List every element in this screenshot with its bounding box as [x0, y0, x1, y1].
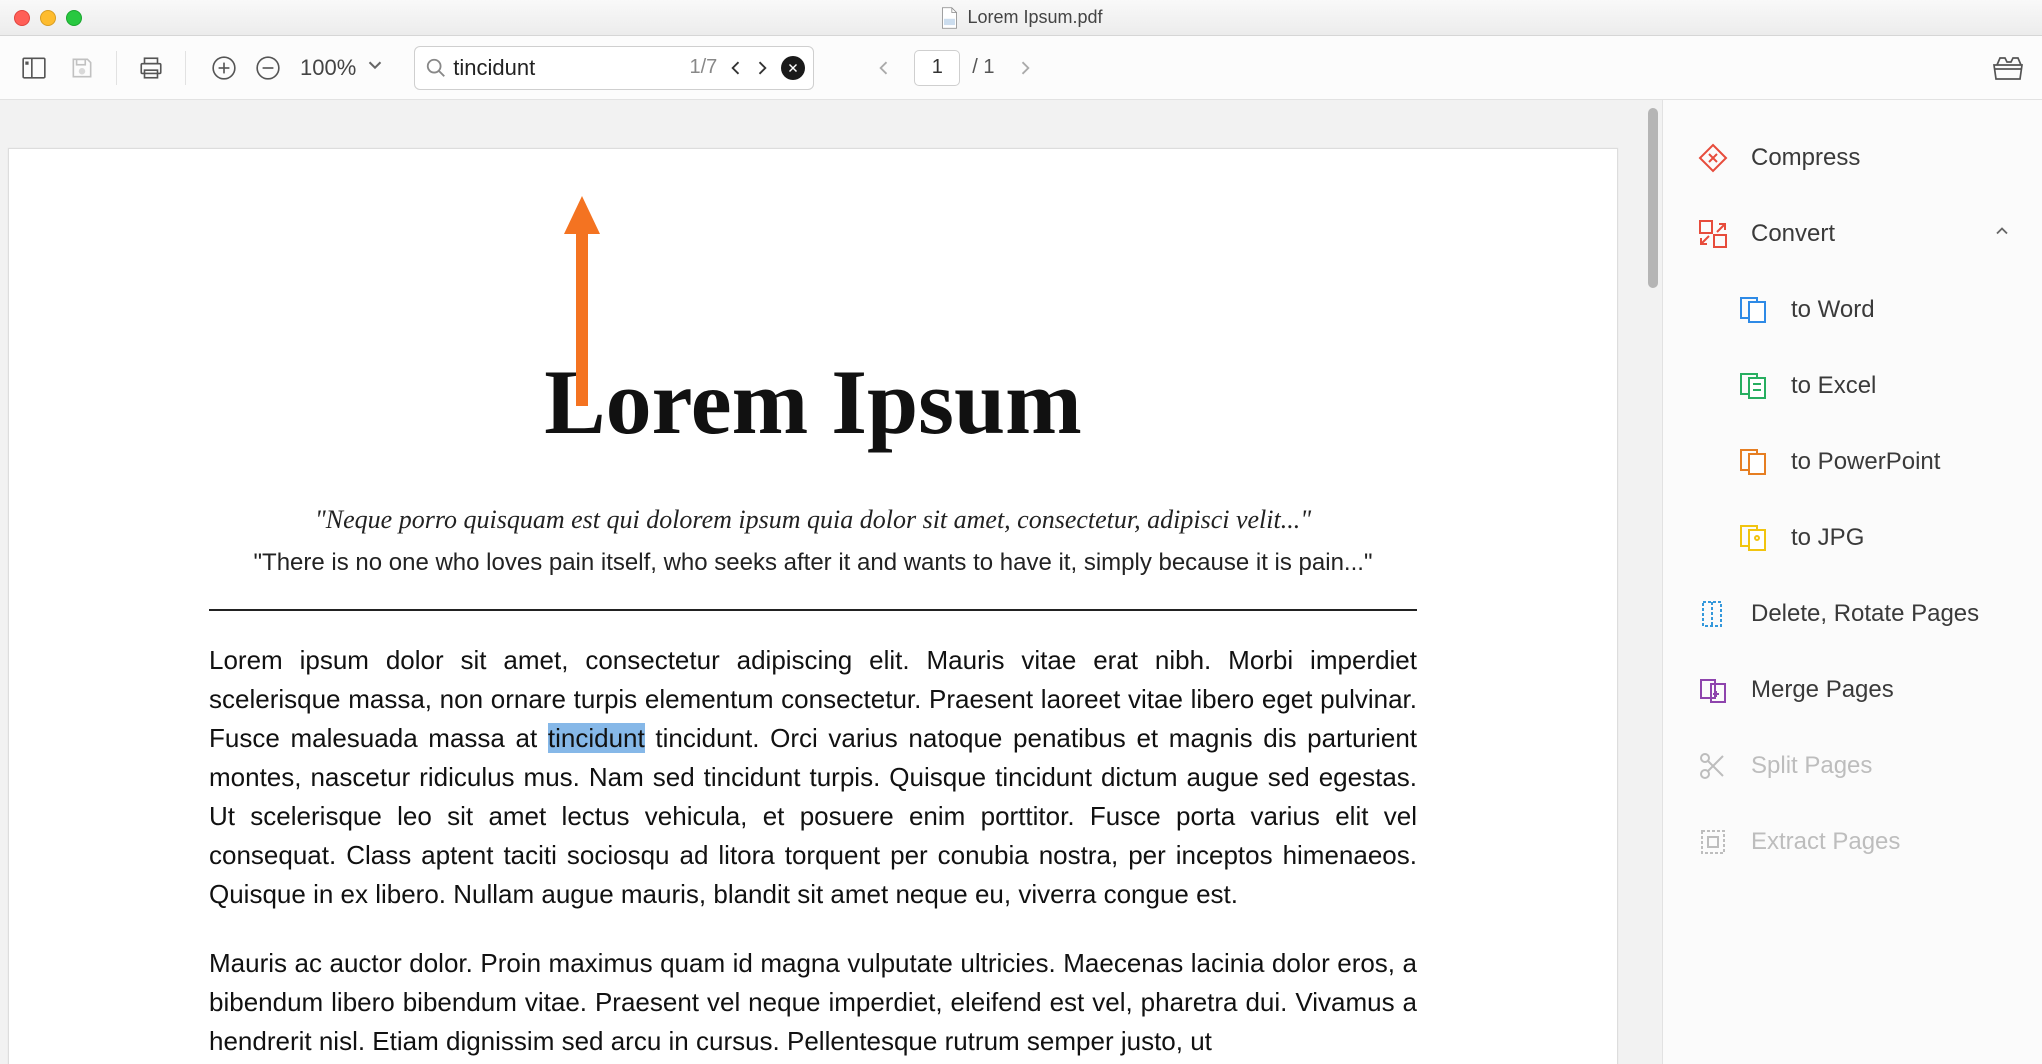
search-highlight: tincidunt	[548, 723, 645, 753]
search-clear-button[interactable]	[781, 56, 805, 80]
zoom-dropdown-icon[interactable]	[364, 54, 386, 81]
close-window-button[interactable]	[14, 10, 30, 26]
sidebar-toggle-button[interactable]	[16, 50, 52, 86]
zoom-level[interactable]: 100%	[300, 55, 356, 81]
print-button[interactable]	[133, 50, 169, 86]
document-divider	[209, 609, 1417, 611]
pages-icon	[1697, 598, 1729, 630]
window-title: Lorem Ipsum.pdf	[967, 7, 1102, 28]
compress-label: Compress	[1751, 144, 1860, 172]
toolbox-button[interactable]	[1990, 50, 2026, 86]
merge-label: Merge Pages	[1751, 676, 1894, 704]
document-viewport[interactable]: Lorem Ipsum "Neque porro quisquam est qu…	[0, 100, 1662, 1064]
jpg-icon	[1737, 522, 1769, 554]
document-page: Lorem Ipsum "Neque porro quisquam est qu…	[8, 148, 1618, 1064]
compress-icon	[1697, 142, 1729, 174]
split-label: Split Pages	[1751, 752, 1872, 780]
page-number-input[interactable]	[914, 50, 960, 86]
zoom-window-button[interactable]	[66, 10, 82, 26]
to-excel-label: to Excel	[1791, 372, 1876, 400]
convert-to-excel[interactable]: to Excel	[1663, 348, 2042, 424]
document-subtitle-italic: "Neque porro quisquam est qui dolorem ip…	[209, 505, 1417, 535]
document-file-icon	[939, 7, 959, 29]
zoom-out-button[interactable]	[250, 50, 286, 86]
save-button[interactable]	[64, 50, 100, 86]
convert-tool[interactable]: Convert	[1663, 196, 2042, 272]
to-jpg-label: to JPG	[1791, 524, 1864, 552]
convert-label: Convert	[1751, 220, 1835, 248]
window-titlebar: Lorem Ipsum.pdf	[0, 0, 2042, 36]
search-icon	[425, 57, 447, 79]
convert-icon	[1697, 218, 1729, 250]
split-tool: Split Pages	[1663, 728, 2042, 804]
excel-icon	[1737, 370, 1769, 402]
delete-rotate-tool[interactable]: Delete, Rotate Pages	[1663, 576, 2042, 652]
delete-rotate-label: Delete, Rotate Pages	[1751, 600, 1979, 628]
page-prev-button[interactable]	[866, 50, 902, 86]
split-icon	[1697, 750, 1729, 782]
page-next-button[interactable]	[1007, 50, 1043, 86]
merge-icon	[1697, 674, 1729, 706]
document-title: Lorem Ipsum	[209, 349, 1417, 455]
search-next-button[interactable]	[749, 55, 775, 81]
compress-tool[interactable]: Compress	[1663, 120, 2042, 196]
to-powerpoint-label: to PowerPoint	[1791, 448, 1940, 476]
tools-sidebar: Compress Convert to Word to Excel to Pow…	[1662, 100, 2042, 1064]
extract-label: Extract Pages	[1751, 828, 1900, 856]
convert-to-powerpoint[interactable]: to PowerPoint	[1663, 424, 2042, 500]
vertical-scrollbar[interactable]	[1648, 108, 1658, 1053]
document-body: Lorem ipsum dolor sit amet, consectetur …	[209, 641, 1417, 1061]
merge-tool[interactable]: Merge Pages	[1663, 652, 2042, 728]
to-word-label: to Word	[1791, 296, 1875, 324]
word-icon	[1737, 294, 1769, 326]
search-box[interactable]: 1/7	[414, 46, 814, 90]
search-result-count: 1/7	[689, 56, 717, 79]
chevron-up-icon	[1992, 220, 2012, 248]
convert-to-jpg[interactable]: to JPG	[1663, 500, 2042, 576]
search-input[interactable]	[447, 55, 683, 81]
extract-icon	[1697, 826, 1729, 858]
page-total-label: / 1	[972, 56, 994, 79]
zoom-in-button[interactable]	[206, 50, 242, 86]
page-navigator: / 1	[866, 50, 1042, 86]
document-subtitle-plain: "There is no one who loves pain itself, …	[209, 549, 1417, 577]
main-toolbar: 100% 1/7 / 1	[0, 36, 2042, 100]
extract-tool: Extract Pages	[1663, 804, 2042, 880]
convert-to-word[interactable]: to Word	[1663, 272, 2042, 348]
powerpoint-icon	[1737, 446, 1769, 478]
minimize-window-button[interactable]	[40, 10, 56, 26]
search-prev-button[interactable]	[723, 55, 749, 81]
